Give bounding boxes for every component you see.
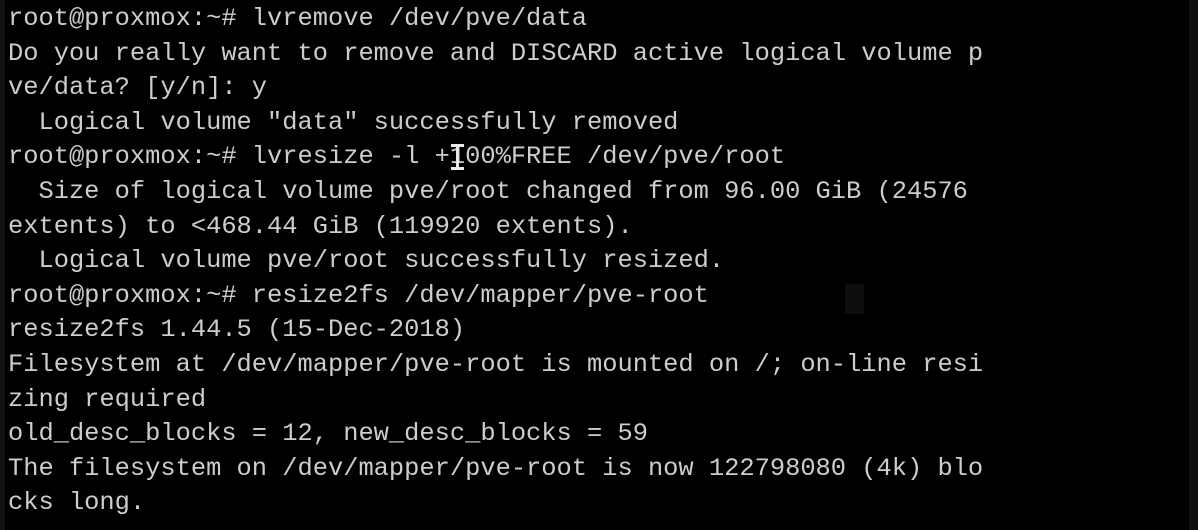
terminal-line: zing required (8, 384, 207, 414)
terminal-line: Size of logical volume pve/root changed … (8, 176, 968, 206)
terminal-window[interactable]: root@proxmox:~# lvremove /dev/pve/data Do… (0, 0, 1198, 530)
window-left-edge (0, 0, 5, 530)
terminal-line: root@proxmox:~# resize2fs /dev/mapper/pv… (8, 280, 709, 310)
terminal-line: extents) to <468.44 GiB (119920 extents)… (8, 211, 633, 241)
terminal-line: Logical volume pve/root successfully res… (8, 246, 725, 276)
terminal-line: resize2fs 1.44.5 (15-Dec-2018) (8, 315, 466, 345)
terminal-line: Logical volume "data" successfully remov… (8, 107, 679, 137)
terminal-line: root@proxmox:~# lvremove /dev/pve/data (8, 4, 588, 33)
terminal-line: ve/data? [y/n]: y (8, 73, 268, 103)
terminal-line: cks long. (8, 488, 146, 518)
terminal-line: The filesystem on /dev/mapper/pve-root i… (8, 453, 984, 483)
terminal-line: root@proxmox:~# lvresize -l +100%FREE /d… (8, 142, 786, 172)
terminal-line: old_desc_blocks = 12, new_desc_blocks = … (8, 419, 648, 449)
terminal-line: Do you really want to remove and DISCARD… (8, 38, 984, 68)
terminal-line: Filesystem at /dev/mapper/pve-root is mo… (8, 349, 984, 379)
terminal-output[interactable]: root@proxmox:~# lvremove /dev/pve/data Do… (8, 2, 1198, 521)
